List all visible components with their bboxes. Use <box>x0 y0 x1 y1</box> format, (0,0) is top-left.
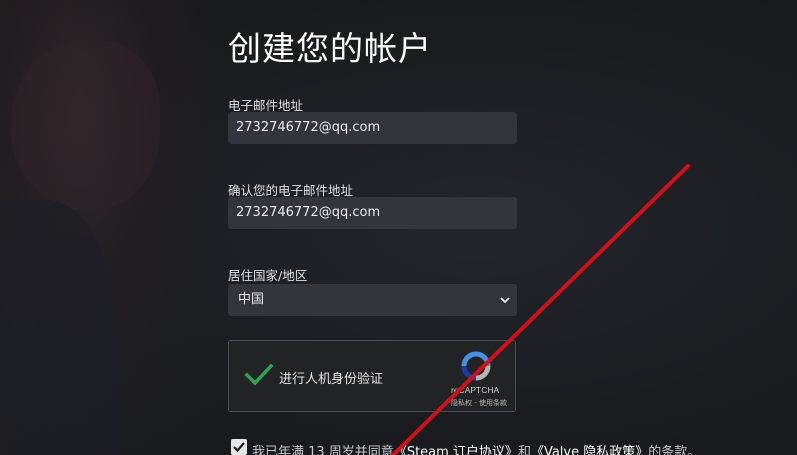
checkmark-icon[interactable] <box>244 362 274 388</box>
agreement-prefix: 我已年满 13 周岁并同意 <box>252 445 394 455</box>
page-title: 创建您的帐户 <box>228 29 432 68</box>
agreement-text: 我已年满 13 周岁并同意《Steam 订户协议》和《Valve 隐私政策》的条… <box>252 441 700 455</box>
chevron-down-icon <box>500 297 510 304</box>
agreement-checkbox[interactable] <box>231 439 247 455</box>
background-artwork <box>0 0 230 455</box>
checkbox-check-icon <box>233 442 245 453</box>
subscriber-agreement-link[interactable]: 《Steam 订户协议》 <box>394 445 518 455</box>
country-select[interactable]: 中国 <box>228 284 517 316</box>
agreement-suffix: 的条款。 <box>648 445 701 455</box>
recaptcha-terms-link[interactable]: 隐私权 - 使用条款 <box>451 398 507 408</box>
confirm-email-field[interactable]: 2732746772@qq.com <box>228 197 517 229</box>
background-figure <box>10 40 160 210</box>
privacy-policy-link[interactable]: 《Valve 隐私政策》 <box>531 445 648 455</box>
country-label: 居住国家/地区 <box>228 268 308 283</box>
recaptcha-logo-icon <box>461 351 491 381</box>
recaptcha-widget[interactable]: 进行人机身份验证 reCAPTCHA 隐私权 - 使用条款 <box>228 340 516 412</box>
steam-signup-page: 创建您的帐户 电子邮件地址 2732746772@qq.com 确认您的电子邮件… <box>0 0 797 455</box>
recaptcha-label: 进行人机身份验证 <box>279 372 384 387</box>
country-selected-value: 中国 <box>238 292 265 307</box>
recaptcha-brand: reCAPTCHA <box>451 385 500 395</box>
email-field[interactable]: 2732746772@qq.com <box>228 112 517 144</box>
agreement-conjunction: 和 <box>517 445 531 455</box>
background-figure-shadow <box>0 200 120 455</box>
